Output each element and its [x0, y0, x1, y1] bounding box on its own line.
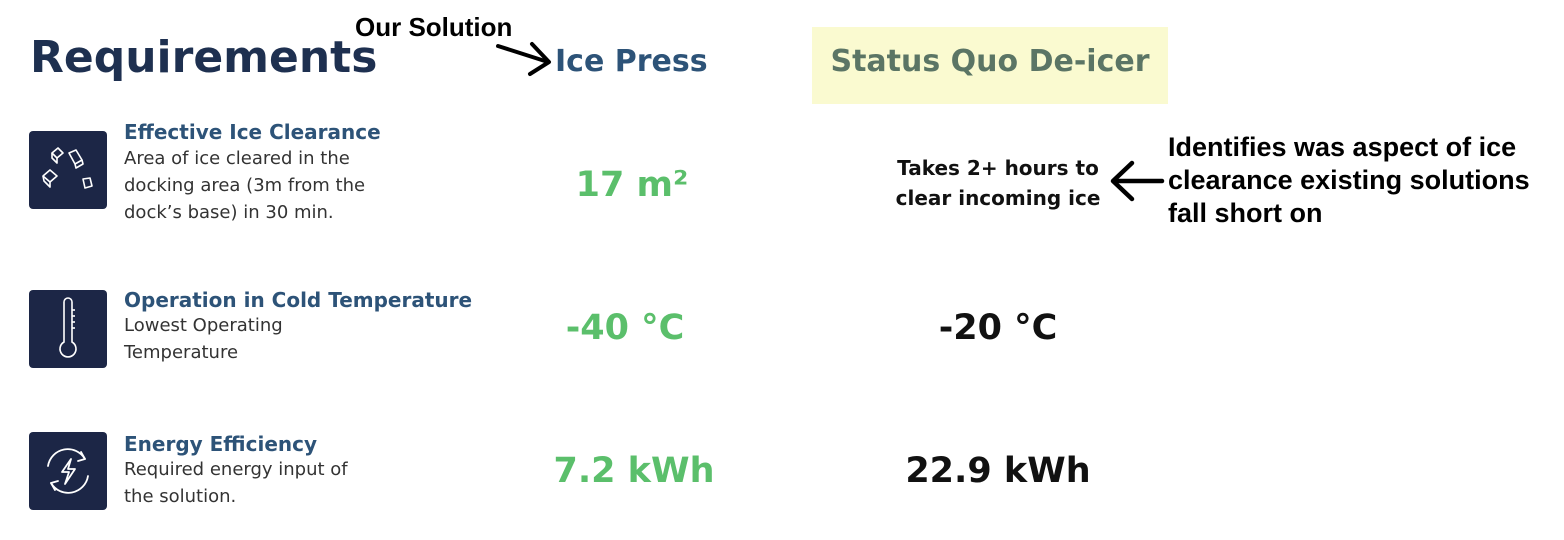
column-header-status-quo: Status Quo De-icer [830, 44, 1150, 79]
energy-cycle-icon [29, 432, 107, 510]
requirement-title: Operation in Cold Temperature [124, 288, 473, 312]
page-title: Requirements [30, 32, 378, 83]
ice-press-value: 7.2 kWh [553, 451, 715, 491]
ice-cubes-icon [29, 131, 107, 209]
status-quo-value: Takes 2+ hours to clear incoming ice [895, 156, 1101, 210]
our-solution-annotation: Our Solution [355, 12, 513, 42]
side-annotation: Identifies was aspect of ice clearance e… [1168, 132, 1530, 228]
requirement-title: Energy Efficiency [124, 432, 318, 456]
requirement-title: Effective Ice Clearance [124, 120, 381, 144]
requirement-description: Required energy input of the solution. [124, 459, 348, 507]
requirement-description: Lowest Operating Temperature [124, 315, 283, 363]
column-header-ice-press: Ice Press [555, 44, 708, 79]
thermometer-icon [29, 290, 107, 368]
status-quo-value: 22.9 kWh [905, 451, 1091, 491]
requirement-description: Area of ice cleared in the docking area … [124, 148, 366, 223]
left-arrow-icon [1110, 160, 1165, 202]
annotation-arrow-icon [496, 42, 551, 76]
ice-press-value: -40 °C [565, 308, 685, 348]
status-quo-value: -20 °C [938, 308, 1058, 348]
ice-press-value: 17 m² [575, 165, 689, 205]
